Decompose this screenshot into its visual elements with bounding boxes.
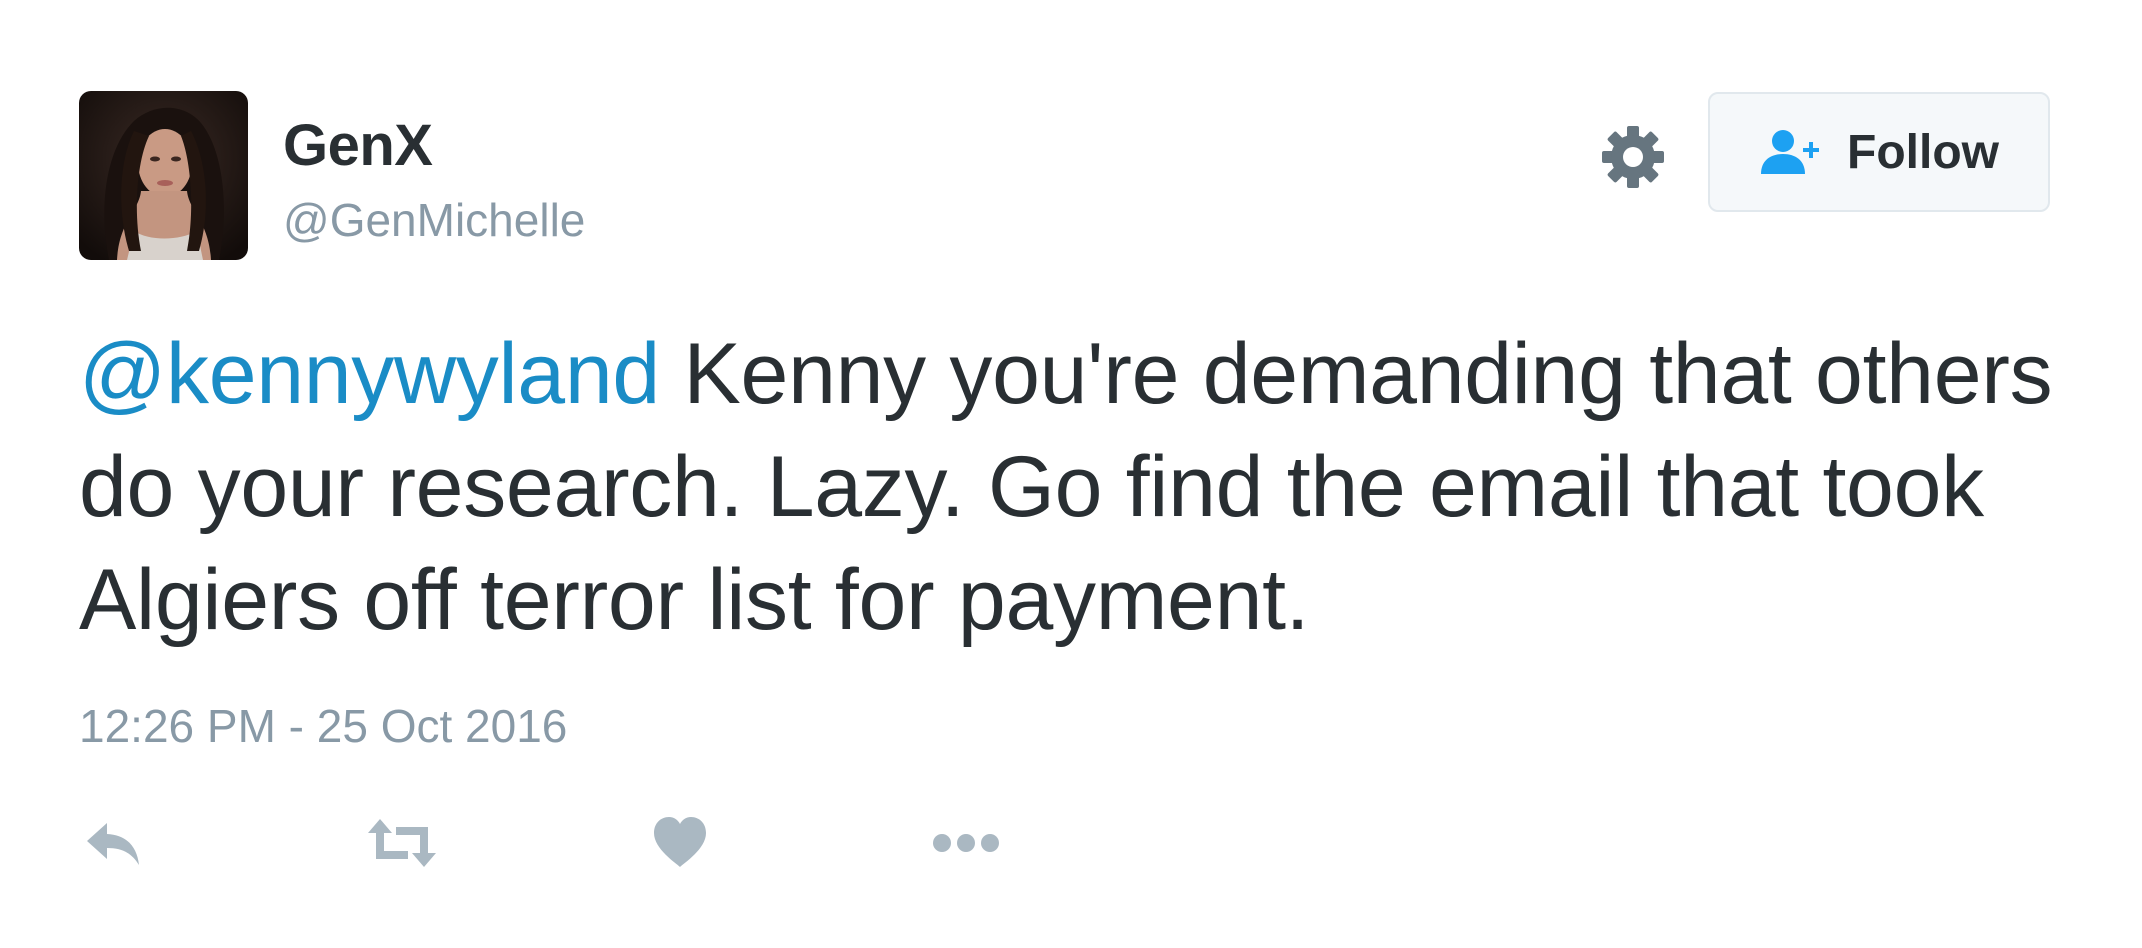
- retweet-icon[interactable]: [366, 815, 438, 871]
- tweet-text: @kennywyland Kenny you're demanding that…: [79, 318, 2059, 657]
- tweet-card: GenX @GenMichelle Follow @kennywyland Ke…: [0, 0, 2142, 948]
- person-add-icon: [1761, 130, 1820, 174]
- timestamp[interactable]: 12:26 PM - 25 Oct 2016: [79, 698, 567, 754]
- follow-label: Follow: [1847, 125, 1999, 179]
- more-icon[interactable]: [931, 815, 1001, 871]
- follow-button[interactable]: Follow: [1708, 92, 2050, 212]
- gear-icon[interactable]: [1600, 124, 1666, 190]
- mention-link[interactable]: @kennywyland: [79, 326, 660, 422]
- avatar[interactable]: [79, 91, 248, 260]
- reply-icon[interactable]: [83, 815, 143, 871]
- screen-name[interactable]: @GenMichelle: [283, 192, 585, 248]
- profile-photo-icon: [79, 91, 248, 260]
- like-icon[interactable]: [652, 815, 708, 871]
- display-name[interactable]: GenX: [283, 112, 433, 180]
